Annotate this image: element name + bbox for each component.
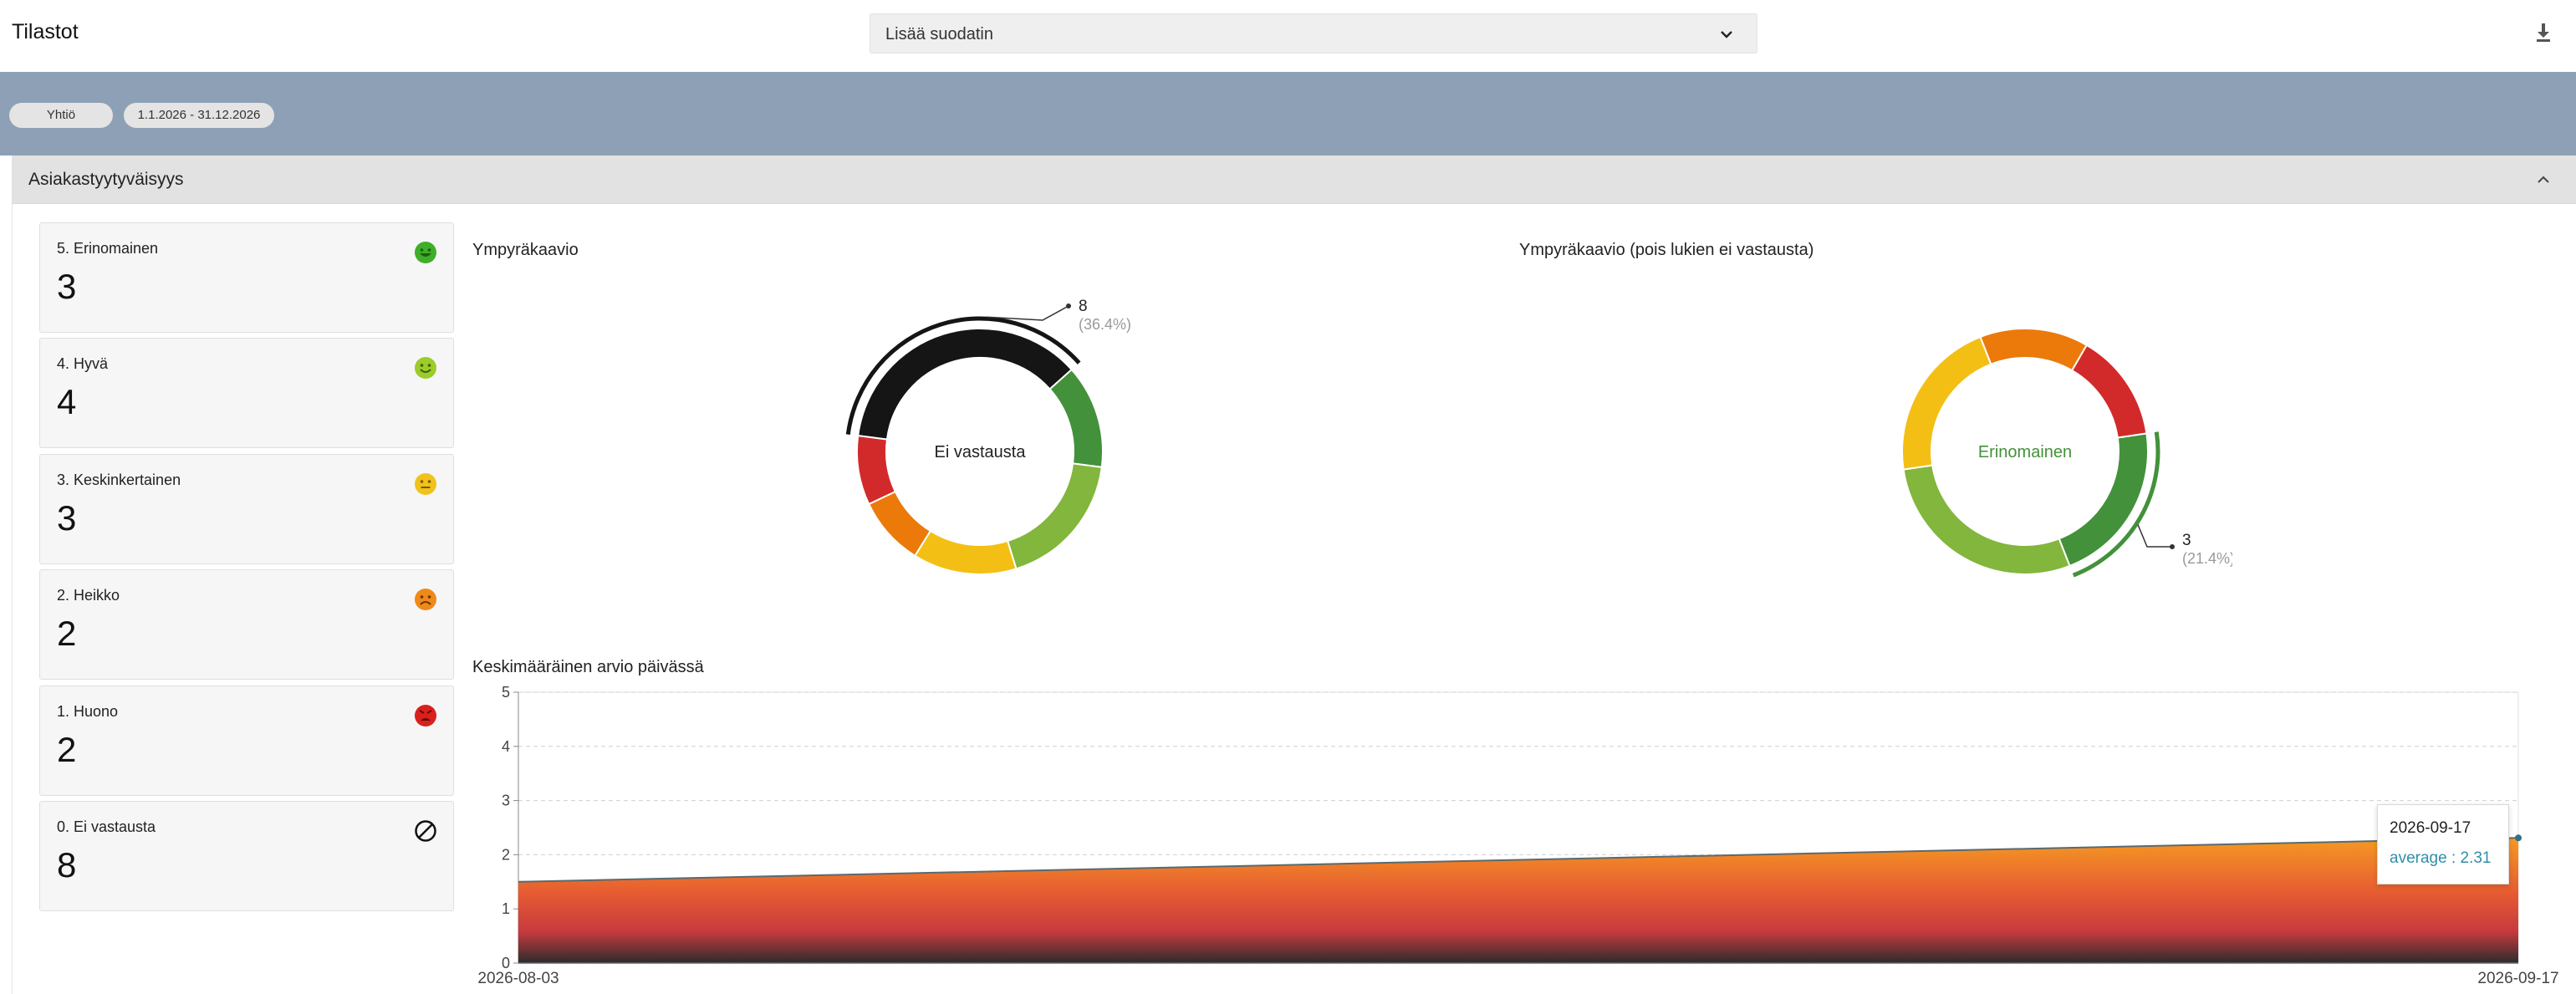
stat-card-label: 0. Ei vastausta (57, 818, 156, 835)
area-chart: 0 1 2 3 4 5 2026-08-03 2026-09-17 (477, 684, 2558, 987)
x-tick-label: 2026-09-17 (2477, 970, 2558, 987)
pie-chart: Ei vastausta 8 (36.4%) (845, 298, 1131, 575)
pie-callout-dot (1066, 303, 1071, 308)
stat-card-value: 3 (57, 498, 77, 538)
section-header-customer-satisfaction[interactable]: Asiakastyytyväisyys (12, 155, 2576, 204)
x-tick-label: 2026-08-03 (477, 970, 559, 987)
stat-card-label: 5. Erinomainen (57, 240, 159, 257)
filter-chip-date-range[interactable]: 1.1.2026 - 31.12.2026 (124, 103, 274, 128)
stat-card-poor: 2. Heikko 2 (39, 569, 454, 680)
pie-slice-huono[interactable] (2070, 344, 2148, 439)
y-tick-label: 4 (502, 738, 510, 755)
tooltip-date: 2026-09-17 (2390, 819, 2471, 837)
happy-face-icon (415, 357, 436, 379)
pie-chart-title-excluding-no-answer: Ympyräkaavio (pois lukien ei vastausta) (1519, 241, 1814, 259)
data-point-marker (2515, 834, 2522, 842)
pie-center-label: Erinomainen (1978, 443, 2072, 461)
pie-chart-excluding-no-answer: Erinomainen 3 (21.4%) (1901, 328, 2232, 578)
pie-callout-value: 3 (2182, 532, 2191, 549)
stat-card-label: 3. Keskinkertainen (57, 472, 181, 488)
stat-card-label: 1. Huono (57, 703, 119, 720)
pie-slice-huono[interactable] (856, 435, 897, 506)
pie-callout-percent: (36.4%) (1079, 316, 1131, 333)
pie-slice-heikko[interactable] (1979, 328, 2089, 372)
page-title: Tilastot (12, 20, 79, 43)
very-happy-face-icon (415, 242, 436, 263)
add-filter-placeholder: Lisää suodatin (885, 25, 993, 43)
pie-callout-value: 8 (1079, 298, 1088, 315)
y-tick-label: 1 (502, 900, 510, 917)
y-tick-label: 0 (502, 955, 510, 971)
pie-slice-ei-vastausta[interactable] (857, 328, 1074, 441)
pie-callout-line (987, 305, 1069, 321)
stat-card-value: 4 (57, 382, 77, 421)
pie-slice-erinomainen[interactable] (1048, 368, 1104, 468)
stat-card-value: 3 (57, 267, 77, 306)
stat-card-average: 3. Keskinkertainen 3 (39, 454, 454, 564)
stat-card-label: 2. Heikko (57, 587, 120, 604)
pie-callout-dot (2170, 544, 2175, 549)
stat-card-value: 8 (57, 845, 77, 884)
y-tick-label: 3 (502, 793, 510, 809)
tooltip-value: average : 2.31 (2390, 849, 2492, 867)
pie-slice-heikko[interactable] (867, 490, 932, 558)
pie-center-label: Ei vastausta (935, 443, 1027, 461)
section-title: Asiakastyytyväisyys (28, 170, 184, 189)
filter-chip-company[interactable]: Yhtiö (9, 103, 113, 128)
angry-face-icon (415, 705, 436, 726)
stat-card-bad: 1. Huono 2 (39, 686, 454, 796)
pie-callout-line (2137, 524, 2172, 548)
pie-slice-erinomainen[interactable] (2058, 432, 2149, 568)
stat-card-value: 2 (57, 730, 77, 769)
chart-tooltip: 2026-09-17 average : 2.31 (2377, 804, 2509, 884)
pie-slice-hyvä[interactable] (1006, 462, 1103, 570)
add-filter-select[interactable]: Lisää suodatin (870, 13, 1757, 54)
stat-card-label: 4. Hyvä (57, 355, 109, 372)
pie-slice-keskinkertainen[interactable] (913, 529, 1018, 575)
download-icon[interactable] (2533, 22, 2553, 43)
chevron-up-icon[interactable] (2534, 171, 2553, 189)
pie-slice-hyvä[interactable] (1902, 464, 2071, 575)
sad-face-icon (415, 589, 436, 610)
area-series-average (518, 838, 2518, 963)
neutral-face-icon (415, 473, 436, 495)
top-bar: Tilastot Lisää suodatin (0, 0, 2576, 72)
stat-card-no-answer: 0. Ei vastausta 8 (39, 801, 454, 911)
active-filters-bar: Yhtiö 1.1.2026 - 31.12.2026 (0, 72, 2576, 155)
no-answer-icon (415, 820, 436, 842)
stat-card-excellent: 5. Erinomainen 3 (39, 222, 454, 333)
chevron-down-icon (1721, 31, 1732, 38)
area-chart-title: Keskimääräinen arvio päivässä (472, 658, 704, 676)
stat-card-value: 2 (57, 614, 77, 653)
pie-chart-title: Ympyräkaavio (472, 241, 579, 259)
y-tick-label: 2 (502, 846, 510, 863)
stat-card-good: 4. Hyvä 4 (39, 338, 454, 448)
y-tick-label: 5 (502, 684, 510, 701)
pie-callout-percent: (21.4%) (2182, 550, 2232, 567)
